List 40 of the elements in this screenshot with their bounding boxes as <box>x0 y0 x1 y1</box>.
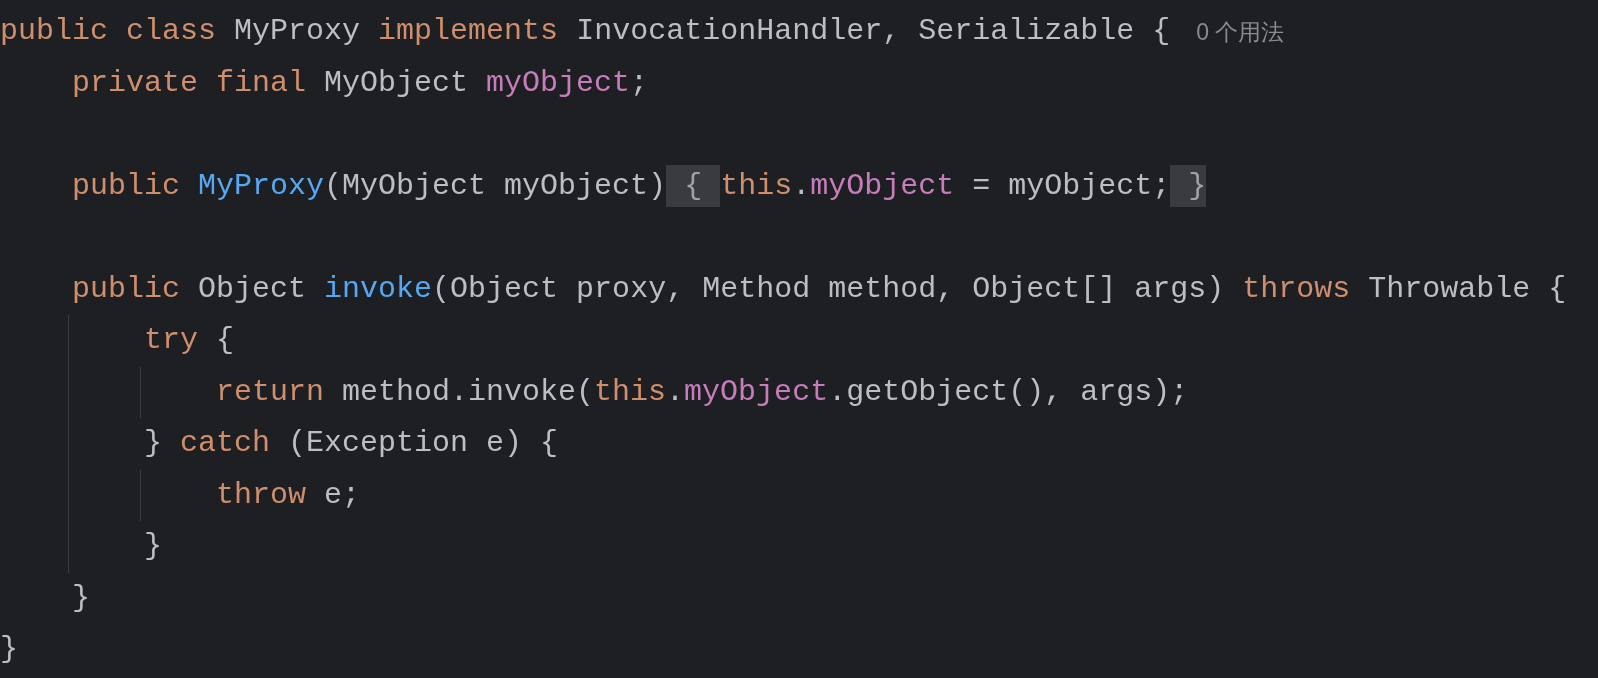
keyword: public class <box>0 13 218 51</box>
code-text: (MyObject myObject) <box>324 167 667 205</box>
field-name: myObject <box>486 64 631 102</box>
code-text: Throwable { <box>1368 270 1567 308</box>
code-text: (Exception e) { <box>288 425 559 463</box>
code-text: } <box>0 631 18 669</box>
code-text: Object <box>198 270 308 308</box>
folded-brace[interactable]: } <box>1170 165 1207 208</box>
method-name: MyProxy <box>198 167 325 205</box>
code-text: e; <box>324 476 361 514</box>
keyword: throws <box>1242 270 1352 308</box>
code-text: (Object proxy, Method method, Object[] args) <box>432 270 1226 308</box>
keyword: this <box>720 167 793 205</box>
code-text: ; <box>630 64 649 102</box>
code-text: MyProxy <box>234 13 362 51</box>
code-text: InvocationHandler, Serializable { <box>576 13 1171 51</box>
usage-hint[interactable]: 0 个用法 <box>1196 14 1285 49</box>
code-text: { <box>216 322 235 360</box>
code-text: MyObject <box>324 64 470 102</box>
code-text: .getObject(), args); <box>828 373 1189 411</box>
code-text: . <box>792 167 811 205</box>
keyword: private final <box>72 64 308 102</box>
method-name: invoke <box>324 270 433 308</box>
folded-brace[interactable]: { <box>666 165 721 208</box>
keyword: return <box>216 373 326 411</box>
keyword: public <box>72 167 182 205</box>
keyword: catch <box>180 425 272 463</box>
keyword: try <box>144 322 199 360</box>
keyword: implements <box>378 13 560 51</box>
code-text: = myObject; <box>971 167 1171 205</box>
keyword: this <box>594 373 667 411</box>
field-name: myObject <box>684 373 829 411</box>
field-name: myObject <box>810 167 955 205</box>
code-text: } <box>144 425 163 463</box>
code-text: method.invoke( <box>342 373 595 411</box>
code-text: } <box>72 579 90 617</box>
code-text: } <box>144 528 162 566</box>
keyword: public <box>72 270 182 308</box>
code-text: . <box>666 373 685 411</box>
keyword: throw <box>216 476 307 514</box>
